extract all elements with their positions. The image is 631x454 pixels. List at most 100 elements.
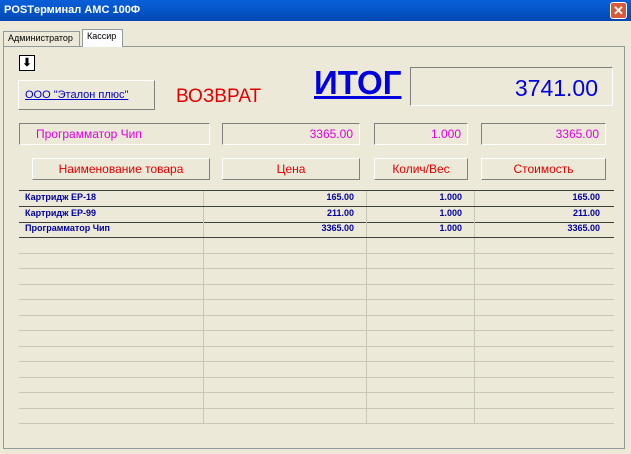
column-separator: [366, 346, 367, 361]
column-separator: [366, 237, 367, 253]
tab-administrator[interactable]: Администратор: [3, 31, 80, 46]
column-separator: [203, 268, 204, 284]
current-item-name-box: Программатор Чип: [19, 123, 210, 145]
column-separator: [366, 408, 367, 423]
table-row[interactable]: Картридж ЕР-99 211.00 1.000 211.00: [19, 206, 614, 223]
cell-name: Программатор Чип: [25, 223, 110, 233]
close-icon: ✕: [613, 3, 624, 18]
column-separator: [474, 237, 475, 253]
table-row[interactable]: [19, 408, 614, 424]
current-item-qty: 1.000: [430, 127, 461, 141]
column-separator: [474, 361, 475, 377]
column-separator: [203, 206, 204, 222]
table-row[interactable]: [19, 284, 614, 300]
table-row[interactable]: [19, 253, 614, 269]
table-row[interactable]: [19, 268, 614, 285]
down-arrow-icon: ⬇: [22, 57, 32, 69]
column-separator: [366, 191, 367, 206]
window-title: POSTерминал АМС 100Ф: [4, 4, 141, 16]
column-separator: [366, 268, 367, 284]
table-row[interactable]: [19, 315, 614, 331]
column-separator: [366, 330, 367, 346]
column-separator: [203, 392, 204, 408]
column-separator: [203, 284, 204, 299]
column-separator: [474, 346, 475, 361]
column-separator: [474, 206, 475, 222]
table-row[interactable]: [19, 237, 614, 254]
cell-price: 3365.00: [321, 223, 354, 233]
cell-qty: 1.000: [439, 207, 462, 218]
table-row[interactable]: [19, 330, 614, 347]
column-header-price: Цена: [222, 158, 360, 180]
column-header-name-label: Наименование товара: [58, 162, 184, 176]
total-amount: 3741.00: [514, 75, 598, 101]
current-item-qty-box: 1.000: [374, 123, 468, 145]
column-header-qty-label: Колич/Вес: [392, 162, 450, 176]
column-separator: [366, 361, 367, 377]
current-item-cost: 3365.00: [555, 127, 599, 141]
table-row[interactable]: [19, 346, 614, 362]
column-separator: [203, 361, 204, 377]
column-header-cost-label: Стоимость: [513, 162, 574, 176]
column-header-cost: Стоимость: [481, 158, 606, 180]
column-separator: [366, 206, 367, 222]
total-label: ИТОГ: [314, 64, 402, 101]
column-separator: [366, 299, 367, 315]
organization-link[interactable]: ООО "Эталон плюс": [25, 89, 128, 101]
close-button[interactable]: ✕: [610, 2, 627, 19]
column-separator: [203, 191, 204, 206]
column-separator: [203, 299, 204, 315]
title-bar: POSTерминал АМС 100Ф ✕: [0, 0, 631, 21]
table-row[interactable]: [19, 299, 614, 316]
column-separator: [474, 408, 475, 423]
cell-name: Картридж ЕР-18: [25, 192, 97, 202]
cell-price: 211.00: [326, 207, 354, 218]
table-row[interactable]: Программатор Чип 3365.00 1.000 3365.00: [19, 222, 614, 238]
table-row[interactable]: [19, 361, 614, 378]
table-row[interactable]: Картридж ЕР-18 165.00 1.000 165.00: [19, 191, 614, 207]
cell-price: 165.00: [326, 192, 354, 202]
column-separator: [203, 222, 204, 237]
column-separator: [203, 237, 204, 253]
column-separator: [203, 315, 204, 330]
cell-cost: 211.00: [572, 207, 600, 218]
column-separator: [474, 315, 475, 330]
column-separator: [474, 330, 475, 346]
column-separator: [203, 377, 204, 392]
organization-box: ООО "Эталон плюс": [18, 80, 155, 110]
column-separator: [474, 191, 475, 206]
column-separator: [366, 315, 367, 330]
total-amount-box: 3741.00: [410, 67, 613, 106]
column-separator: [203, 346, 204, 361]
column-separator: [474, 222, 475, 237]
column-separator: [474, 392, 475, 408]
column-separator: [474, 253, 475, 268]
return-mode-label: ВОЗВРАТ: [176, 86, 262, 107]
current-item-price-box: 3365.00: [222, 123, 360, 145]
cell-cost: 3365.00: [567, 223, 600, 233]
cell-qty: 1.000: [439, 223, 462, 233]
column-separator: [366, 377, 367, 392]
column-header-name: Наименование товара: [32, 158, 210, 180]
column-separator: [366, 222, 367, 237]
cell-name: Картридж ЕР-99: [25, 207, 97, 218]
cell-cost: 165.00: [572, 192, 600, 202]
column-separator: [203, 330, 204, 346]
column-separator: [474, 268, 475, 284]
cell-qty: 1.000: [439, 192, 462, 202]
column-separator: [366, 284, 367, 299]
column-separator: [366, 392, 367, 408]
column-separator: [366, 253, 367, 268]
tab-cashier[interactable]: Кассир: [82, 29, 123, 47]
current-item-cost-box: 3365.00: [481, 123, 606, 145]
column-separator: [474, 299, 475, 315]
column-separator: [203, 408, 204, 423]
column-header-qty: Колич/Вес: [374, 158, 468, 180]
current-item-name: Программатор Чип: [36, 127, 142, 141]
table-row[interactable]: [19, 392, 614, 409]
table-row[interactable]: [19, 377, 614, 393]
current-item-price: 3365.00: [309, 127, 353, 141]
column-separator: [203, 253, 204, 268]
download-button[interactable]: ⬇: [19, 55, 35, 71]
items-grid[interactable]: Картридж ЕР-18 165.00 1.000 165.00 Картридж …: [19, 190, 614, 431]
